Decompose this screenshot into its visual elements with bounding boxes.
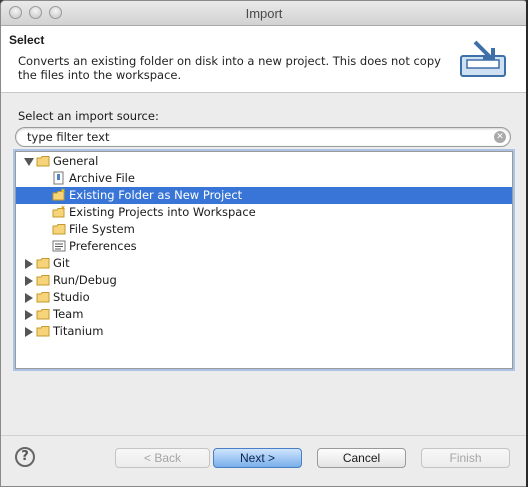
tree-item-label: Git: [53, 256, 70, 270]
tree-item-label: Run/Debug: [53, 273, 117, 287]
tree-item-team[interactable]: Team: [16, 306, 512, 323]
projects-icon: ✶: [52, 205, 66, 218]
tree-item-archive-file[interactable]: Archive File: [16, 170, 512, 187]
tree-item-studio[interactable]: Studio: [16, 289, 512, 306]
import-dialog: Import Select Converts an existing folde…: [0, 0, 528, 487]
tree-item-label: Team: [53, 307, 84, 321]
preferences-icon: [52, 240, 66, 252]
next-button[interactable]: Next >: [213, 448, 302, 468]
tree-item-label: Titanium: [53, 324, 104, 338]
tree-item-existing-folder-new-project[interactable]: ✶ Existing Folder as New Project: [16, 187, 512, 204]
folder-icon: [36, 156, 50, 167]
folder-icon: [36, 309, 50, 320]
svg-text:✶: ✶: [60, 205, 66, 212]
tree-item-file-system[interactable]: File System: [16, 221, 512, 238]
tree-item-label: Existing Folder as New Project: [69, 188, 243, 202]
wizard-header: Select Converts an existing folder on di…: [1, 26, 527, 93]
tree-item-preferences[interactable]: Preferences: [16, 238, 512, 255]
expand-arrow-icon[interactable]: [25, 327, 33, 337]
tree-item-label: Preferences: [69, 239, 137, 253]
folder-icon: [36, 275, 50, 286]
archive-file-icon: [53, 171, 64, 185]
filter-input-text: type filter text: [27, 130, 110, 144]
expand-arrow-icon[interactable]: [25, 293, 33, 303]
import-source-label: Select an import source:: [18, 109, 159, 123]
expand-arrow-icon[interactable]: [25, 259, 33, 269]
svg-text:✶: ✶: [60, 188, 66, 195]
cancel-button[interactable]: Cancel: [317, 448, 406, 468]
title-bar: Import: [1, 1, 527, 26]
tree-item-label: Studio: [53, 290, 90, 304]
clear-filter-icon[interactable]: ✕: [494, 131, 506, 143]
folder-icon: [36, 258, 50, 269]
folder-icon: [36, 292, 50, 303]
tree-item-existing-projects[interactable]: ✶ Existing Projects into Workspace: [16, 204, 512, 221]
tree-item-git[interactable]: Git: [16, 255, 512, 272]
page-title: Select: [9, 33, 45, 47]
tree-item-run-debug[interactable]: Run/Debug: [16, 272, 512, 289]
footer-divider: [1, 435, 527, 436]
tree-item-label: Existing Projects into Workspace: [69, 205, 256, 219]
tree-item-label: Archive File: [69, 171, 135, 185]
expand-arrow-icon[interactable]: [25, 276, 33, 286]
folder-icon: [52, 224, 66, 235]
page-description: Converts an existing folder on disk into…: [18, 54, 441, 82]
tree-item-label: File System: [69, 222, 135, 236]
tree-item-titanium[interactable]: Titanium: [16, 323, 512, 340]
folder-icon: [36, 326, 50, 337]
filter-input[interactable]: type filter text ✕: [15, 127, 511, 147]
import-wizard-icon: [460, 40, 506, 77]
tree-item-general[interactable]: General: [16, 153, 512, 170]
help-icon[interactable]: ?: [15, 447, 35, 467]
new-project-icon: ✶: [52, 188, 66, 201]
tree-item-label: General: [53, 154, 99, 168]
import-source-tree[interactable]: General Archive File ✶ Existing Folder a…: [15, 151, 513, 369]
expand-arrow-icon[interactable]: [24, 158, 34, 166]
window-title: Import: [245, 6, 283, 21]
expand-arrow-icon[interactable]: [25, 310, 33, 320]
finish-button[interactable]: Finish: [421, 448, 510, 468]
back-button[interactable]: < Back: [115, 448, 210, 468]
